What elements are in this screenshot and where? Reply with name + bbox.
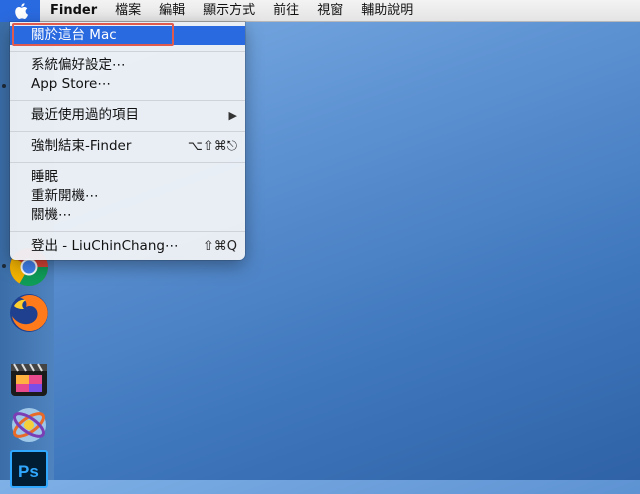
menu-item-sleep[interactable]: 睡眠 [10,168,245,187]
photoshop-icon[interactable]: Ps [8,448,50,490]
menu-go[interactable]: 前往 [264,0,308,22]
motion-icon[interactable] [8,404,50,446]
apple-menu-dropdown: 關於這台 Mac 系統偏好設定⋯ App Store⋯ 最近使用過的項目 ▶ 強… [10,22,245,260]
annotation-highlight-box [12,23,174,46]
menu-separator [10,231,245,232]
menu-finder[interactable]: Finder [40,0,106,22]
menu-item-label: 最近使用過的項目 [31,107,139,123]
menu-bar: Finder 檔案 編輯 顯示方式 前往 視窗 輔助說明 [0,0,640,22]
menu-item-label: 系統偏好設定⋯ [31,57,126,73]
menu-item-app-store[interactable]: App Store⋯ [10,75,245,94]
apple-menu-button[interactable] [0,0,40,22]
firefox-icon[interactable] [8,292,50,334]
menu-item-log-out[interactable]: 登出 - LiuChinChang⋯ ⇧⌘Q [10,237,245,256]
photoshop-label: Ps [18,462,39,481]
apple-icon [15,2,28,19]
menu-separator [10,131,245,132]
menu-separator [10,100,245,101]
menu-item-label: 強制結束-Finder [31,138,132,154]
menu-item-label: 重新開機⋯ [31,188,99,204]
menu-item-system-preferences[interactable]: 系統偏好設定⋯ [10,56,245,75]
menu-item-label: 登出 - LiuChinChang⋯ [31,238,179,254]
menu-file[interactable]: 檔案 [106,0,150,22]
final-cut-pro-icon[interactable] [8,358,50,400]
menu-separator [10,162,245,163]
menu-view[interactable]: 顯示方式 [194,0,264,22]
dock-running-indicator [2,84,6,88]
keyboard-shortcut: ⌥⇧⌘⎋ [187,139,237,154]
menu-item-label: 睡眠 [31,169,58,185]
menu-item-label: 關機⋯ [31,207,72,223]
menu-item-shut-down[interactable]: 關機⋯ [10,206,245,225]
submenu-arrow-icon: ▶ [228,109,237,122]
menu-item-label: App Store⋯ [31,76,111,92]
menu-separator [10,51,245,52]
menu-edit[interactable]: 編輯 [150,0,194,22]
menu-help[interactable]: 輔助說明 [352,0,422,22]
keyboard-shortcut: ⇧⌘Q [202,239,237,254]
menu-item-force-quit[interactable]: 強制結束-Finder ⌥⇧⌘⎋ [10,137,245,156]
menu-item-restart[interactable]: 重新開機⋯ [10,187,245,206]
dock-running-indicator [2,264,6,268]
menu-window[interactable]: 視窗 [308,0,352,22]
menu-item-recent-items[interactable]: 最近使用過的項目 ▶ [10,106,245,125]
